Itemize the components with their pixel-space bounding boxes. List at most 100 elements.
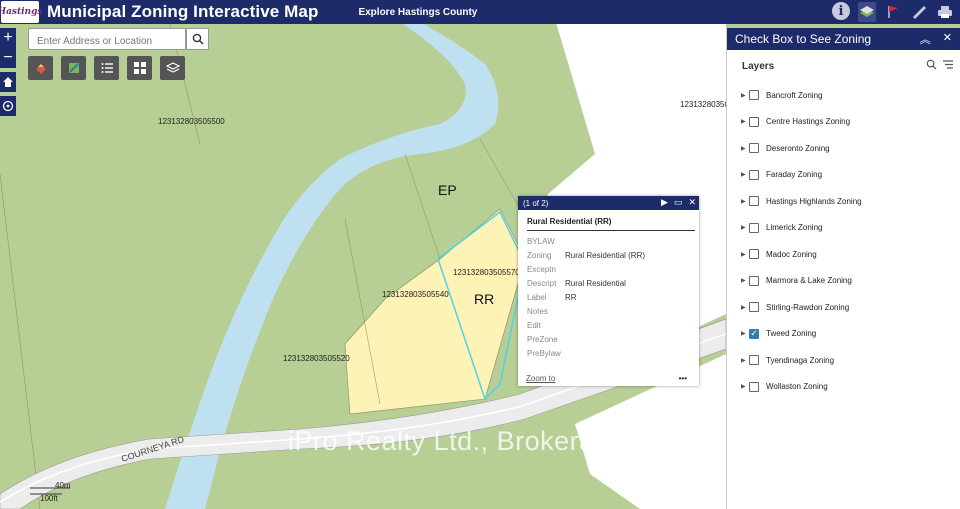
legend-button[interactable] — [94, 56, 119, 80]
zoom-in-button[interactable]: + — [0, 28, 16, 48]
layer-item[interactable]: ▶ Deseronto Zoning — [727, 135, 960, 162]
hastings-logo[interactable]: Hastings — [0, 1, 42, 23]
attribute-key: Zoning — [527, 250, 552, 260]
expand-caret-icon[interactable]: ▶ — [741, 224, 749, 231]
attribute-row: Label RR — [527, 290, 699, 304]
locate-icon — [2, 100, 14, 112]
search-input[interactable] — [28, 28, 186, 50]
layer-checkbox[interactable] — [749, 116, 759, 127]
expand-caret-icon[interactable]: ▶ — [741, 251, 749, 258]
layer-item[interactable]: ▶ Limerick Zoning — [727, 215, 960, 242]
explore-link[interactable]: Explore Hastings County — [358, 7, 477, 18]
expand-caret-icon[interactable]: ▶ — [741, 330, 749, 337]
layer-checkbox[interactable] — [749, 222, 759, 233]
expand-caret-icon[interactable]: ▶ — [741, 145, 749, 152]
info-icon[interactable]: i — [832, 2, 850, 20]
attribute-key: PreBylaw — [527, 348, 561, 358]
layer-list-icon[interactable] — [858, 2, 876, 22]
feature-popup: (1 of 2) ▶ ▭ ✕ Rural Residential (RR) BY… — [518, 196, 699, 386]
zoom-out-button[interactable]: − — [0, 48, 16, 68]
scale-feet: 100ft — [40, 494, 58, 503]
layer-checkbox[interactable] — [749, 196, 759, 207]
layers-label: Layers — [742, 60, 775, 72]
layer-item[interactable]: ▶ Marmora & Lake Zoning — [727, 268, 960, 295]
layer-item[interactable]: ▶ Madoc Zoning — [727, 241, 960, 268]
popup-header: (1 of 2) ▶ ▭ ✕ — [518, 196, 699, 210]
map-view[interactable]: 123132803505500 123132803505570 12313280… — [0, 24, 726, 509]
expand-caret-icon[interactable]: ▶ — [741, 92, 749, 99]
layer-item[interactable]: ▶ Centre Hastings Zoning — [727, 109, 960, 136]
layer-name: Bancroft Zoning — [766, 90, 823, 100]
search-icon[interactable] — [926, 59, 937, 70]
layer-checkbox[interactable] — [749, 381, 759, 392]
popup-attributes: BYLAW Zoning Rural Residential (RR) Excep… — [518, 234, 699, 360]
close-icon[interactable]: ✕ — [688, 197, 696, 208]
layer-checkbox[interactable] — [749, 90, 759, 101]
print-icon[interactable] — [936, 2, 954, 22]
overview-map-icon — [68, 63, 79, 73]
expand-caret-icon[interactable]: ▶ — [741, 171, 749, 178]
zoom-to-link[interactable]: Zoom to — [526, 374, 555, 383]
home-button[interactable] — [0, 72, 16, 92]
locate-button[interactable] — [0, 96, 16, 116]
parcel-label: 123132803505540 — [382, 290, 449, 299]
measure-ruler-icon[interactable] — [910, 2, 928, 22]
layer-name: Tweed Zoning — [766, 329, 817, 339]
popup-footer: Zoom to ••• — [526, 374, 687, 383]
layer-checkbox[interactable] — [749, 143, 759, 154]
attribute-value: Rural Residential — [565, 278, 626, 288]
list-icon — [101, 63, 113, 73]
expand-caret-icon[interactable]: ▶ — [741, 277, 749, 284]
layer-item[interactable]: ▶ ✓ Tweed Zoning — [727, 321, 960, 348]
layer-item[interactable]: ▶ Faraday Zoning — [727, 162, 960, 189]
layer-name: Wollaston Zoning — [766, 382, 828, 392]
expand-caret-icon[interactable]: ▶ — [741, 304, 749, 311]
layer-item[interactable]: ▶ Hastings Highlands Zoning — [727, 188, 960, 215]
expand-caret-icon[interactable]: ▶ — [741, 198, 749, 205]
app-header: Hastings Municipal Zoning Interactive Ma… — [0, 0, 960, 24]
parcel-label: 123132803505... — [680, 100, 726, 109]
basemap-button[interactable] — [28, 56, 53, 80]
attribute-value: Rural Residential (RR) — [565, 250, 646, 260]
attribute-row: PreBylaw — [527, 346, 699, 360]
layer-checkbox[interactable] — [749, 169, 759, 180]
zoom-control: + − — [0, 28, 16, 68]
layer-item[interactable]: ▶ Wollaston Zoning — [727, 374, 960, 401]
overview-map-button[interactable] — [61, 56, 86, 80]
collapse-icon[interactable]: ︽ — [920, 31, 931, 47]
layer-checkbox[interactable] — [749, 355, 759, 366]
search-button[interactable] — [186, 28, 209, 50]
more-actions-icon[interactable]: ••• — [679, 374, 687, 383]
expand-caret-icon[interactable]: ▶ — [741, 383, 749, 390]
layers-button[interactable] — [160, 56, 185, 80]
attribute-key: BYLAW — [527, 236, 555, 246]
layer-checkbox-checked[interactable]: ✓ — [749, 328, 759, 339]
layer-checkbox[interactable] — [749, 249, 759, 260]
layer-panel: Check Box to See Zoning ︽ ✕ Layers ▶ Banc… — [726, 28, 960, 509]
layer-item[interactable]: ▶ Tyendinaga Zoning — [727, 347, 960, 374]
next-feature-icon[interactable]: ▶ — [661, 197, 668, 208]
bookmark-flag-icon[interactable] — [884, 2, 902, 22]
attribute-row: Edit — [527, 318, 699, 332]
attribute-key: Label — [527, 292, 547, 302]
layer-name: Limerick Zoning — [766, 223, 823, 233]
layer-name: Centre Hastings Zoning — [766, 117, 851, 127]
attribute-value: RR — [565, 292, 577, 302]
grid-button[interactable] — [127, 56, 152, 80]
filter-menu-icon[interactable] — [942, 59, 954, 70]
attribute-key: Descript — [527, 278, 557, 288]
attribute-row: Zoning Rural Residential (RR) — [527, 248, 699, 262]
attribute-row: Exceptn — [527, 262, 699, 276]
layer-item[interactable]: ▶ Bancroft Zoning — [727, 82, 960, 109]
layer-checkbox[interactable] — [749, 302, 759, 313]
panel-header: Check Box to See Zoning ︽ ✕ — [727, 28, 960, 50]
layer-list: ▶ Bancroft Zoning ▶ Centre Hastings Zoning… — [727, 82, 960, 400]
layer-name: Faraday Zoning — [766, 170, 823, 180]
layer-checkbox[interactable] — [749, 275, 759, 286]
expand-caret-icon[interactable]: ▶ — [741, 357, 749, 364]
layer-item[interactable]: ▶ Stirling-Rawdon Zoning — [727, 294, 960, 321]
close-icon[interactable]: ✕ — [943, 31, 952, 47]
expand-caret-icon[interactable]: ▶ — [741, 118, 749, 125]
attribute-row: PreZone — [527, 332, 699, 346]
maximize-icon[interactable]: ▭ — [674, 197, 683, 208]
